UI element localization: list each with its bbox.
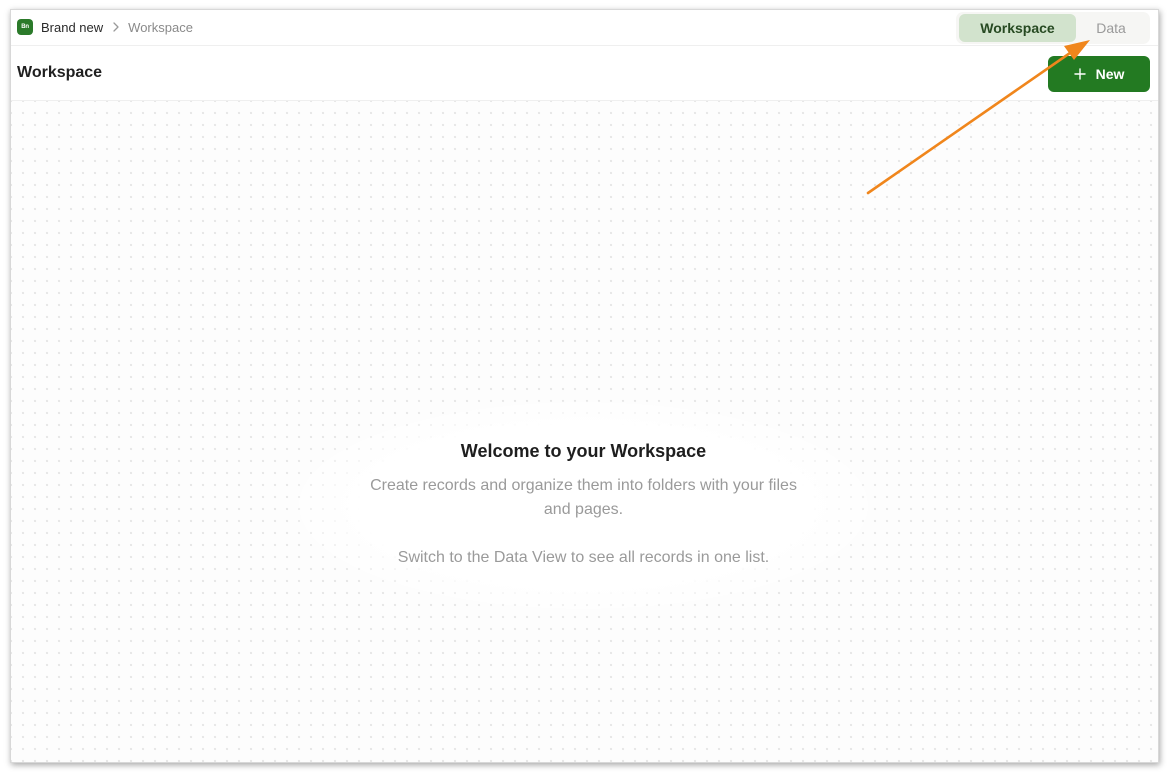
breadcrumb: Bn Brand new Workspace: [17, 19, 193, 35]
view-toggle: Workspace Data: [956, 12, 1150, 44]
plus-icon: [1073, 68, 1086, 80]
chevron-right-icon: [112, 22, 120, 32]
new-button[interactable]: New: [1048, 56, 1150, 92]
page-title: Workspace: [17, 64, 103, 81]
page-header: Workspace New: [11, 46, 1158, 101]
tab-workspace[interactable]: Workspace: [959, 14, 1076, 42]
workspace-canvas[interactable]: Welcome to your Workspace Create records…: [11, 101, 1158, 762]
empty-state-title: Welcome to your Workspace: [460, 441, 707, 461]
app-window: Bn Brand new Workspace Workspace Data Wo…: [10, 9, 1159, 763]
breadcrumb-root[interactable]: Brand new: [41, 20, 103, 35]
empty-state-description: Create records and organize them into fo…: [370, 477, 797, 518]
empty-state-hint: Switch to the Data View to see all recor…: [397, 549, 770, 566]
app-logo-icon[interactable]: Bn: [17, 19, 33, 35]
tab-data[interactable]: Data: [1076, 14, 1146, 42]
new-button-label: New: [1095, 66, 1125, 82]
breadcrumb-current: Workspace: [128, 19, 193, 35]
empty-state: Welcome to your Workspace Create records…: [296, 401, 871, 610]
top-bar: Bn Brand new Workspace Workspace Data: [11, 10, 1158, 46]
